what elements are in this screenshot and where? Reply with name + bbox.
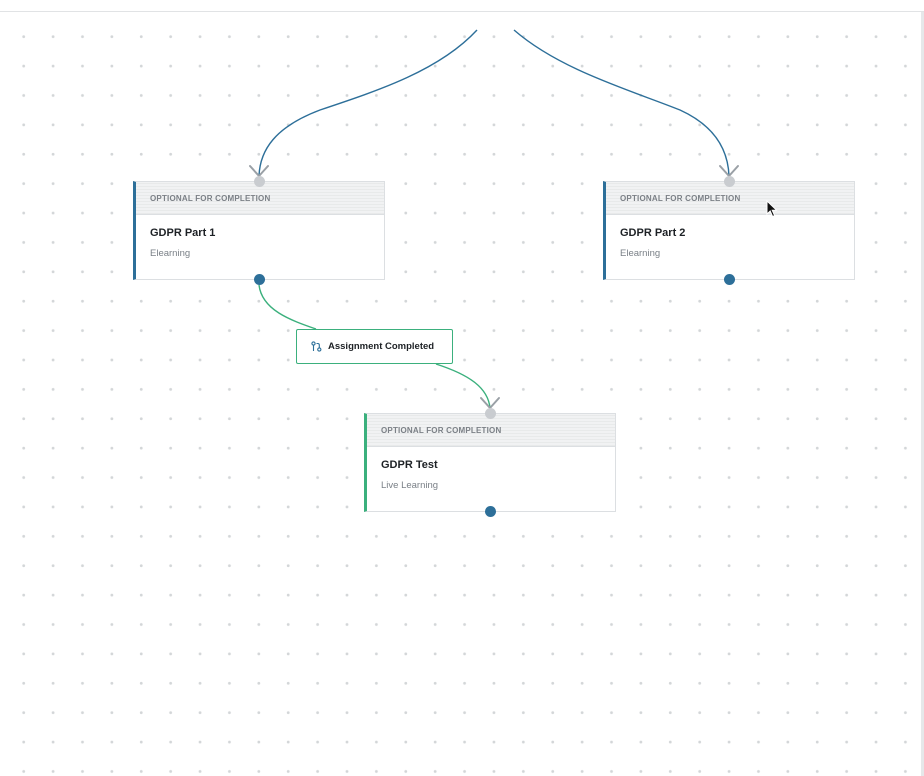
output-port[interactable]	[485, 506, 496, 517]
node-type: Live Learning	[381, 480, 439, 491]
node-type: Elearning	[150, 248, 191, 259]
node-title: GDPR Test	[381, 459, 438, 471]
connection-layer	[249, 29, 739, 409]
edge-to-gdpr-part-1[interactable]	[258, 29, 478, 177]
input-port[interactable]	[254, 176, 265, 187]
node-gdpr-part-1[interactable]: OPTIONAL FOR COMPLETION GDPR Part 1 Elea…	[133, 181, 385, 280]
node-title: GDPR Part 2	[620, 227, 686, 239]
edge-to-gdpr-part-2[interactable]	[513, 29, 730, 177]
output-port[interactable]	[724, 274, 735, 285]
flow-canvas[interactable]: OPTIONAL FOR COMPLETION GDPR Part 1 Elea…	[0, 0, 924, 776]
input-port[interactable]	[724, 176, 735, 187]
node-type: Elearning	[620, 248, 661, 259]
condition-assignment-completed[interactable]: Assignment Completed	[296, 329, 453, 364]
node-gdpr-part-2[interactable]: OPTIONAL FOR COMPLETION GDPR Part 2 Elea…	[603, 181, 855, 280]
input-port[interactable]	[485, 408, 496, 419]
condition-label-text: Assignment Completed	[328, 341, 435, 352]
node-gdpr-test[interactable]: OPTIONAL FOR COMPLETION GDPR Test Live L…	[364, 413, 616, 512]
mouse-cursor-icon	[766, 200, 778, 218]
node-title: GDPR Part 1	[150, 227, 216, 239]
output-port[interactable]	[254, 274, 265, 285]
branch-condition-icon	[311, 341, 322, 352]
